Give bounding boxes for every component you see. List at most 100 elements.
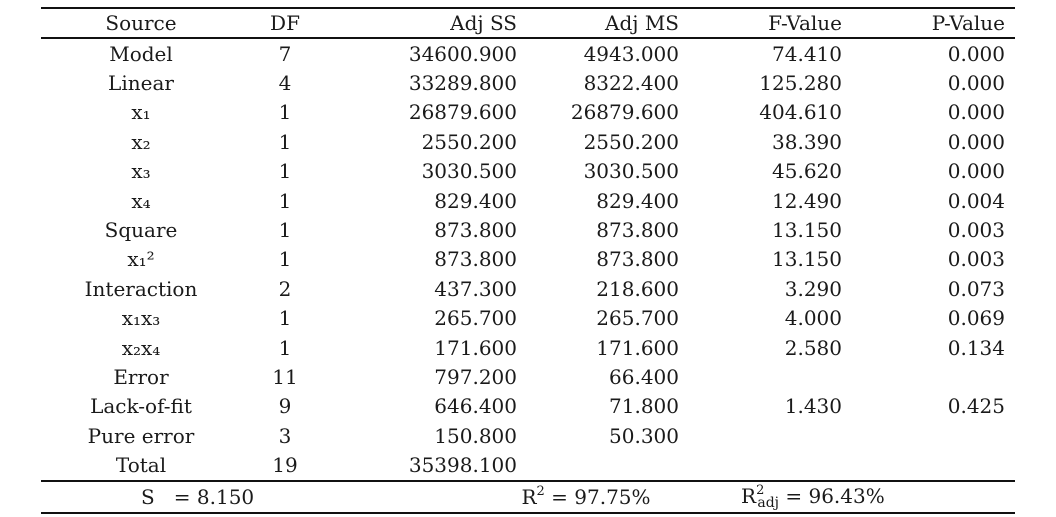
cell-source: Square [104,218,178,243]
cell-adj-ms: 4943.000 [583,41,679,66]
cell-source: Model [109,41,173,66]
cell-adj-ss: 829.400 [434,188,517,213]
cell-p-value: 0.000 [947,129,1005,154]
r2-value: = 97.75% [544,485,651,510]
cell-p-value: 0.000 [947,159,1005,184]
cell-adj-ms: 265.700 [596,306,679,331]
cell-df: 11 [272,364,298,389]
cell-adj-ms: 8322.400 [583,71,679,96]
cell-df: 1 [278,100,292,125]
cell-df: 4 [278,71,292,96]
cell-f-value: 74.410 [772,41,842,66]
header-adj-ss: Adj SS [450,11,517,35]
table-row: x₃ 1 3030.500 3030.500 45.620 0.000 [41,157,1015,186]
cell-df: 1 [278,159,292,184]
summary-r2-adj: R2adj = 96.43% [701,483,1015,511]
table-row: Model 7 34600.900 4943.000 74.410 0.000 [41,39,1015,68]
cell-df: 1 [278,306,292,331]
cell-adj-ss: 437.300 [434,276,517,301]
table-row: x₂x₄ 1 171.600 171.600 2.580 0.134 [41,333,1015,362]
cell-f-value: 4.000 [784,306,842,331]
cell-adj-ms: 873.800 [596,247,679,272]
cell-p-value: 0.000 [947,41,1005,66]
cell-source: Pure error [87,423,195,448]
summary-row: S = 8.150 R2 = 97.75% R2adj = 96.43% [41,482,1015,512]
cell-f-value: 45.620 [772,159,842,184]
cell-adj-ss: 34600.900 [408,41,517,66]
cell-source: x₃ [131,159,151,184]
cell-source: x₂x₄ [121,335,161,360]
cell-adj-ms: 66.400 [609,364,679,389]
r2-sup: 2 [536,484,545,500]
table-row: Error 11 797.200 66.400 [41,362,1015,391]
cell-p-value: 0.073 [947,276,1005,301]
cell-f-value: 1.430 [784,394,842,419]
cell-source: Total [115,453,167,478]
table-row: Lack-of-fit 9 646.400 71.800 1.430 0.425 [41,392,1015,421]
cell-adj-ms: 2550.200 [583,129,679,154]
table-row: Square 1 873.800 873.800 13.150 0.003 [41,215,1015,244]
r2-label: R [521,485,537,510]
cell-f-value: 3.290 [784,276,842,301]
s-value: = 8.150 [173,484,255,509]
cell-adj-ss: 171.600 [434,335,517,360]
cell-adj-ms: 50.300 [609,423,679,448]
cell-source: x₁² [127,247,155,272]
cell-adj-ms: 26879.600 [570,100,679,125]
r2adj-value: = 96.43% [779,483,885,508]
cell-p-value: 0.425 [947,394,1005,419]
table-row: x₁x₃ 1 265.700 265.700 4.000 0.069 [41,304,1015,333]
cell-f-value: 2.580 [784,335,842,360]
cell-df: 1 [278,335,292,360]
cell-f-value: 13.150 [772,218,842,243]
cell-adj-ss: 3030.500 [421,159,517,184]
table-row: Linear 4 33289.800 8322.400 125.280 0.000 [41,68,1015,97]
cell-df: 19 [272,453,298,478]
cell-adj-ms: 873.800 [596,218,679,243]
cell-adj-ms: 71.800 [609,394,679,419]
cell-adj-ss: 33289.800 [408,71,517,96]
cell-p-value: 0.003 [947,247,1005,272]
cell-adj-ss: 646.400 [434,394,517,419]
cell-adj-ss: 26879.600 [408,100,517,125]
cell-f-value: 125.280 [759,71,842,96]
cell-adj-ss: 873.800 [434,218,517,243]
cell-source: Interaction [84,276,198,301]
header-df: DF [270,11,300,35]
cell-adj-ms: 829.400 [596,188,679,213]
table-row: x₁ 1 26879.600 26879.600 404.610 0.000 [41,98,1015,127]
cell-adj-ss: 35398.100 [408,453,517,478]
cell-f-value: 13.150 [772,247,842,272]
header-row: Source DF Adj SS Adj MS F-Value P-Value [41,9,1015,37]
cell-p-value: 0.000 [947,100,1005,125]
cell-adj-ms: 171.600 [596,335,679,360]
r2adj-sub: adj [757,494,779,511]
table-row: Pure error 3 150.800 50.300 [41,421,1015,450]
table-row: x₁² 1 873.800 873.800 13.150 0.003 [41,245,1015,274]
cell-df: 7 [278,41,292,66]
anova-table: Source DF Adj SS Adj MS F-Value P-Value … [41,7,1015,514]
cell-p-value: 0.003 [947,218,1005,243]
cell-adj-ss: 265.700 [434,306,517,331]
cell-df: 3 [278,423,292,448]
header-p-value: P-Value [931,11,1005,35]
header-adj-ms: Adj MS [605,11,679,35]
bottom-rule [41,511,1015,514]
cell-p-value: 0.000 [947,71,1005,96]
cell-df: 9 [278,394,292,419]
table-row: Total 19 35398.100 [41,450,1015,479]
cell-df: 2 [278,276,292,301]
cell-df: 1 [278,188,292,213]
cell-adj-ms: 218.600 [596,276,679,301]
cell-source: x₂ [131,129,151,154]
cell-adj-ms: 3030.500 [583,159,679,184]
summary-r2: R2 = 97.75% [341,484,701,509]
cell-source: x₁ [131,100,151,125]
header-source: Source [105,11,177,35]
s-label: S [141,484,155,509]
table-row: x₄ 1 829.400 829.400 12.490 0.004 [41,186,1015,215]
cell-df: 1 [278,247,292,272]
cell-adj-ss: 797.200 [434,364,517,389]
cell-adj-ss: 150.800 [434,423,517,448]
cell-f-value: 404.610 [759,100,842,125]
